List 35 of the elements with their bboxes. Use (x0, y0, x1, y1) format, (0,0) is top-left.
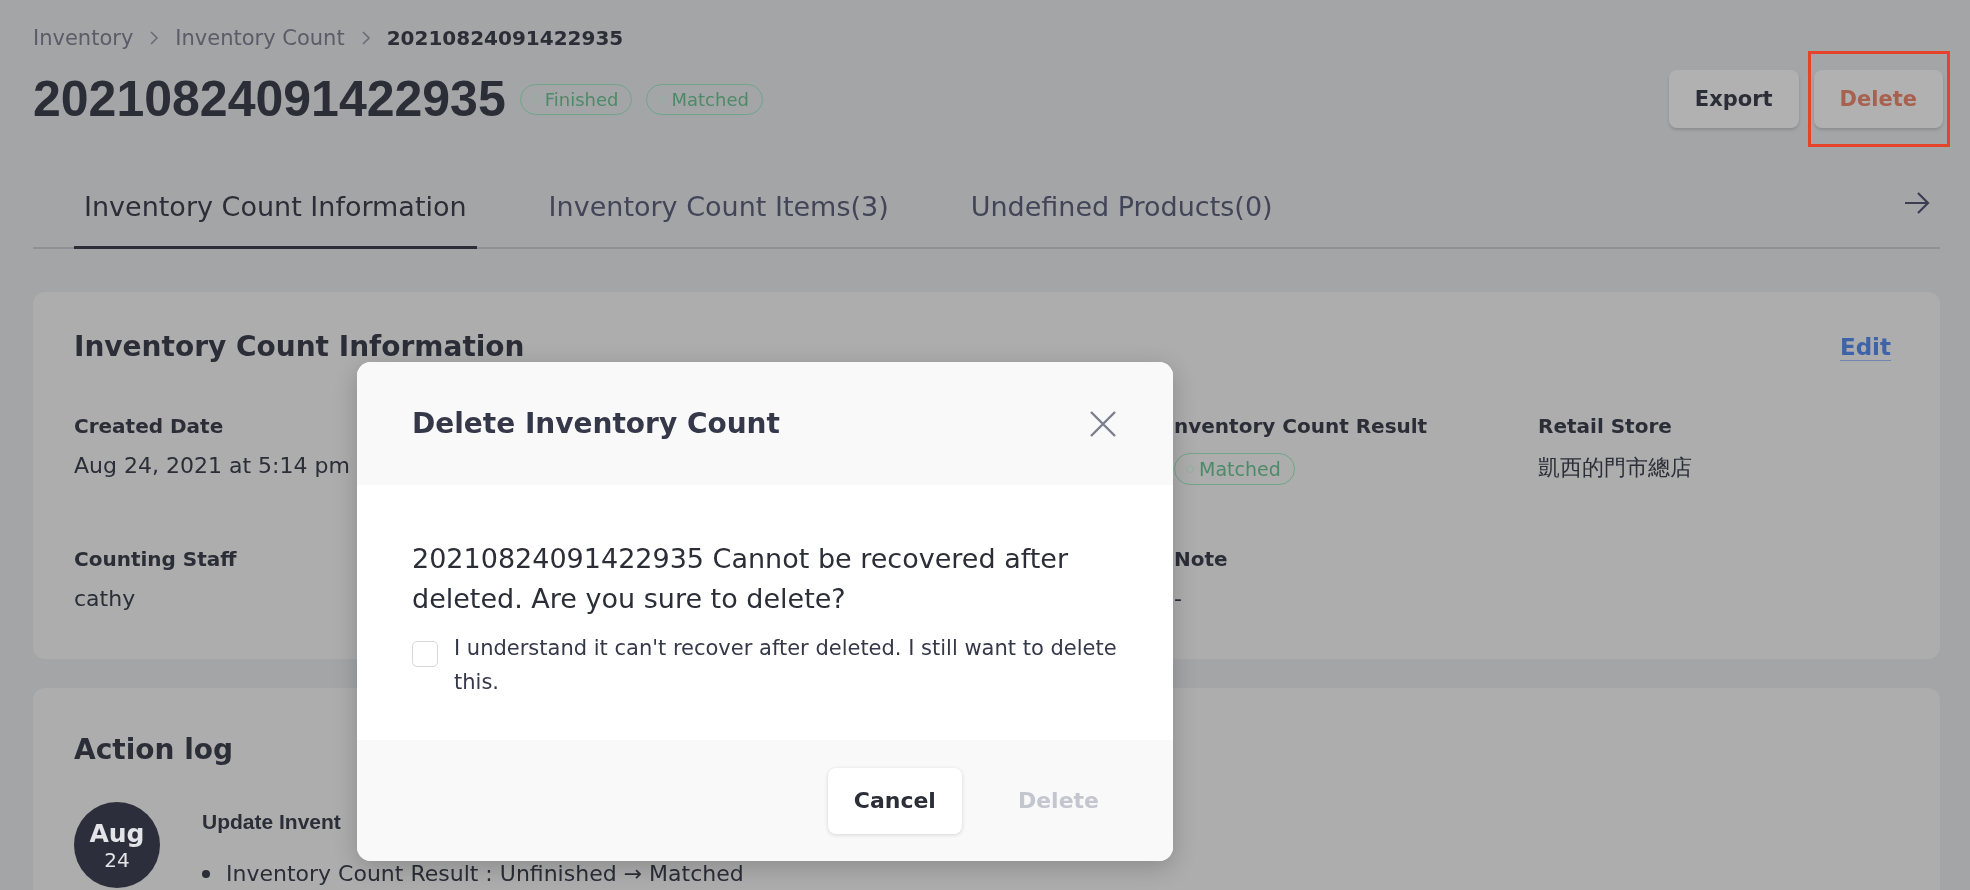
field-label: Retail Store (1538, 414, 1672, 438)
card-title: Inventory Count Information (74, 332, 525, 362)
close-icon[interactable] (1090, 410, 1116, 437)
field-label: Note (1174, 547, 1228, 571)
export-button[interactable]: Export (1668, 70, 1799, 128)
tab[interactable]: Inventory Count Items(3) (538, 191, 899, 249)
log-change: Inventory Count Result : Unfinished → Matched (226, 862, 744, 886)
chevron-icon (149, 30, 160, 46)
delete-button[interactable]: Delete (1813, 70, 1943, 128)
arrow-right-icon[interactable] (1904, 192, 1930, 214)
breadcrumb-link[interactable]: Inventory Count (175, 26, 345, 50)
field-label: Counting Staff (74, 547, 237, 571)
checkbox[interactable] (412, 641, 438, 667)
dialog-message: 20210824091422935 Cannot be recovered after deleted. Are you sure to delete? (412, 542, 1070, 616)
field-label: Created Date (74, 414, 224, 438)
field-value: Aug 24, 2021 at 5:14 pm (74, 453, 350, 478)
edit-link[interactable]: Edit (1839, 333, 1891, 361)
cancel-button[interactable]: Cancel (827, 767, 962, 834)
field-label: nventory Count Result (1174, 414, 1428, 438)
log-title: Update Invent (202, 810, 341, 834)
date-day: 24 (104, 847, 130, 872)
tab[interactable]: Undefined Products(0) (960, 191, 1283, 249)
tab[interactable]: Inventory Count Information (74, 191, 477, 249)
breadcrumb-current: 20210824091422935 (386, 26, 624, 50)
field-value: cathy (74, 586, 136, 611)
bullet-icon (202, 870, 210, 878)
chevron-icon (360, 30, 371, 46)
page-title: 20210824091422935 (33, 70, 506, 128)
dialog-title: Delete Inventory Count (412, 407, 780, 440)
breadcrumb-link[interactable]: Inventory (33, 26, 134, 50)
date-month: Aug (89, 818, 145, 848)
checkbox-label: I understand it can't recover after deleted. I still want to delete this. (454, 635, 1118, 696)
card-title: Action log (74, 733, 235, 766)
field-value: - (1174, 586, 1182, 611)
field-value: 凱西的門市總店 (1538, 454, 1692, 482)
